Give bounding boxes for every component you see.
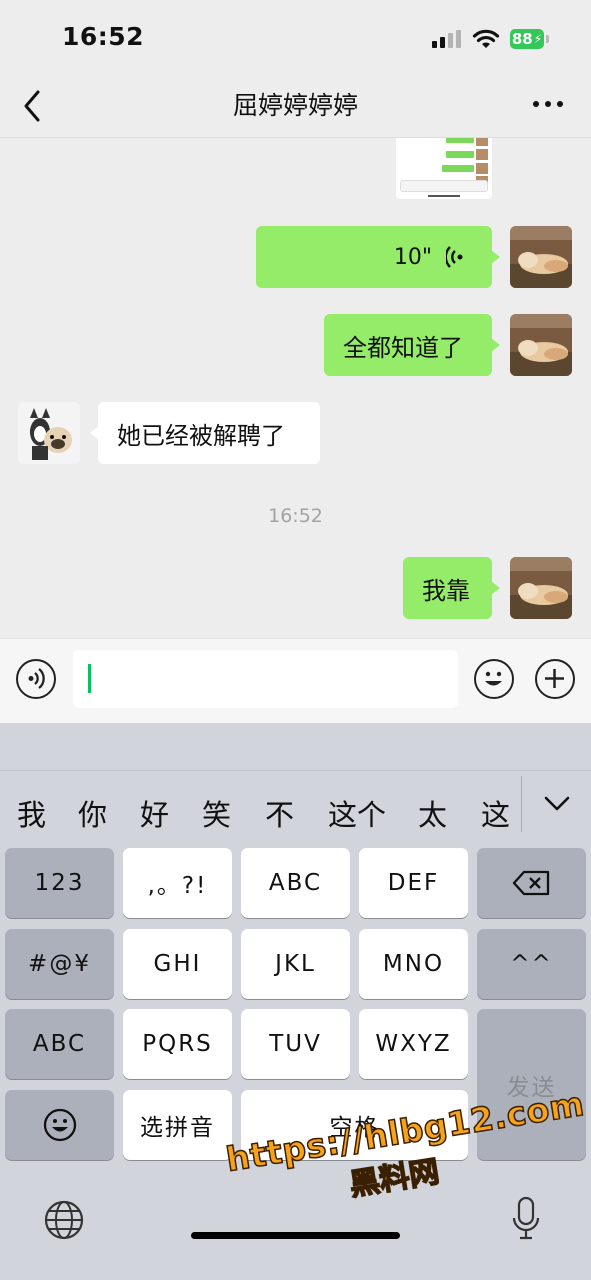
candidate-word[interactable]: 不 [265, 792, 294, 834]
key-ghi[interactable]: GHI [123, 929, 232, 999]
key-tuv[interactable]: TUV [241, 1009, 350, 1079]
my-avatar[interactable] [510, 557, 572, 619]
message-text: 我靠 [422, 576, 470, 605]
key-mno[interactable]: MNO [359, 929, 468, 999]
candidate-divider [521, 776, 522, 832]
contact-avatar[interactable] [18, 402, 80, 464]
candidate-word[interactable]: 太 [418, 792, 447, 834]
key-emoticon[interactable]: ^^ [477, 929, 586, 999]
text-cursor [88, 664, 91, 693]
voice-icon [28, 668, 45, 689]
key-select-pinyin[interactable]: 选拼音 [123, 1090, 232, 1160]
key-jkl[interactable]: JKL [241, 929, 350, 999]
status-time: 16:52 [62, 22, 145, 51]
candidate-word[interactable]: 这 [481, 792, 510, 834]
globe-icon[interactable] [43, 1199, 85, 1241]
my-avatar[interactable] [510, 314, 572, 376]
key-pqrs[interactable]: PQRS [123, 1009, 232, 1079]
received-message-bubble[interactable]: 她已经被解聘了 [90, 402, 320, 464]
backspace-icon [512, 870, 549, 896]
battery-indicator: 88 ⚡ [510, 29, 544, 49]
key-abc[interactable]: ABC [241, 848, 350, 918]
image-message-thumbnail[interactable] [396, 138, 492, 199]
candidate-word[interactable]: 我 [17, 792, 46, 834]
cellular-signal-icon [432, 30, 462, 48]
smiley-icon [43, 1108, 76, 1142]
candidate-word[interactable]: 你 [78, 792, 107, 834]
message-text: 她已经被解聘了 [117, 421, 285, 450]
nav-divider [0, 137, 591, 138]
message-text: 全都知道了 [343, 333, 463, 362]
key-symbols[interactable]: #@¥ [5, 929, 114, 999]
voice-duration: 10" [393, 244, 432, 270]
key-wxyz[interactable]: WXYZ [359, 1009, 468, 1079]
emoji-button[interactable] [474, 659, 514, 699]
voice-wave-icon [446, 246, 463, 268]
candidate-word[interactable]: 好 [140, 792, 169, 834]
wifi-icon [472, 29, 500, 48]
voice-message-bubble[interactable]: 10" [256, 226, 500, 288]
battery-level: 88 [511, 30, 533, 48]
my-avatar[interactable] [510, 226, 572, 288]
key-123[interactable]: 123 [5, 848, 114, 918]
emoji-key[interactable] [5, 1090, 114, 1160]
smiley-icon [485, 671, 502, 686]
message-timestamp: 16:52 [268, 505, 323, 527]
candidate-word[interactable]: 这个 [328, 792, 386, 834]
key-abc-switch[interactable]: ABC [5, 1009, 114, 1079]
message-input[interactable] [73, 650, 458, 708]
key-def[interactable]: DEF [359, 848, 468, 918]
voice-input-button[interactable] [16, 659, 56, 699]
backspace-key[interactable] [477, 848, 586, 918]
sent-message-bubble[interactable]: 全都知道了 [324, 314, 500, 376]
more-options-icon[interactable] [533, 96, 563, 112]
chevron-down-icon[interactable] [543, 795, 571, 813]
plus-icon [545, 669, 564, 688]
candidate-bar-divider [0, 770, 591, 771]
key-punctuation[interactable]: ,。?! [123, 848, 232, 918]
chat-title: 屈婷婷婷婷 [232, 91, 358, 120]
candidate-word[interactable]: 笑 [202, 792, 231, 834]
more-functions-button[interactable] [535, 659, 575, 699]
battery-tip [546, 35, 549, 43]
sent-message-bubble[interactable]: 我靠 [403, 557, 500, 619]
